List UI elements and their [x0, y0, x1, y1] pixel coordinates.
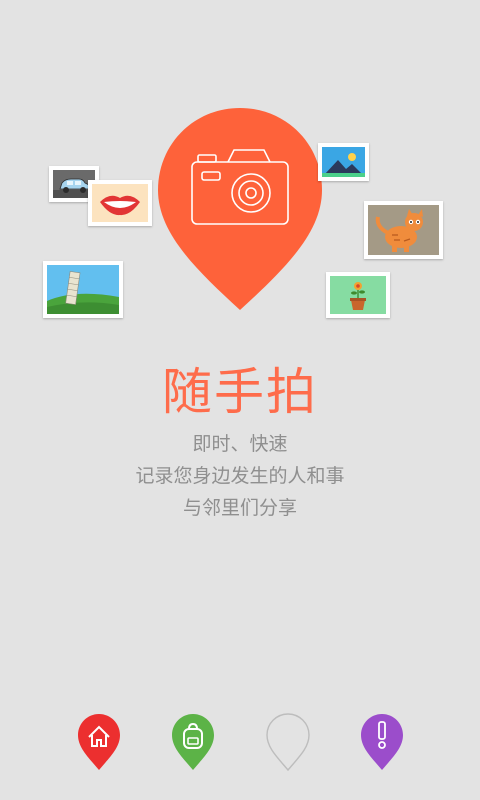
exclamation-icon — [361, 714, 403, 770]
intro-line-3: 与邻里们分享 — [182, 497, 297, 519]
page-indicator-alert[interactable] — [359, 712, 405, 774]
cat-icon — [368, 205, 439, 255]
backpack-icon — [172, 714, 214, 770]
page-indicator-current[interactable] — [265, 712, 311, 774]
landscape-icon — [322, 147, 365, 177]
thumbnail-flower-pot — [326, 272, 390, 318]
page-indicator-backpack[interactable] — [170, 712, 216, 774]
intro-line-2: 记录您身边发生的人和事 — [135, 465, 345, 487]
flower-pot-icon — [330, 276, 386, 314]
page-indicator-home[interactable] — [76, 712, 122, 774]
thumbnail-cat — [364, 201, 443, 259]
intro-screen: 随手拍 即时、快速 记录您身边发生的人和事 与邻里们分享 — [0, 0, 480, 800]
page-indicator — [0, 712, 480, 782]
intro-title: 随手拍 — [162, 363, 318, 421]
thumbnail-lips — [88, 180, 152, 226]
intro-line-1: 即时、快速 — [192, 433, 288, 455]
lips-icon — [92, 184, 148, 222]
empty-pin-icon — [266, 713, 310, 772]
leaning-tower-icon — [47, 265, 119, 314]
thumbnail-landscape — [318, 143, 369, 181]
thumbnail-tower — [43, 261, 123, 318]
home-icon — [78, 714, 120, 770]
